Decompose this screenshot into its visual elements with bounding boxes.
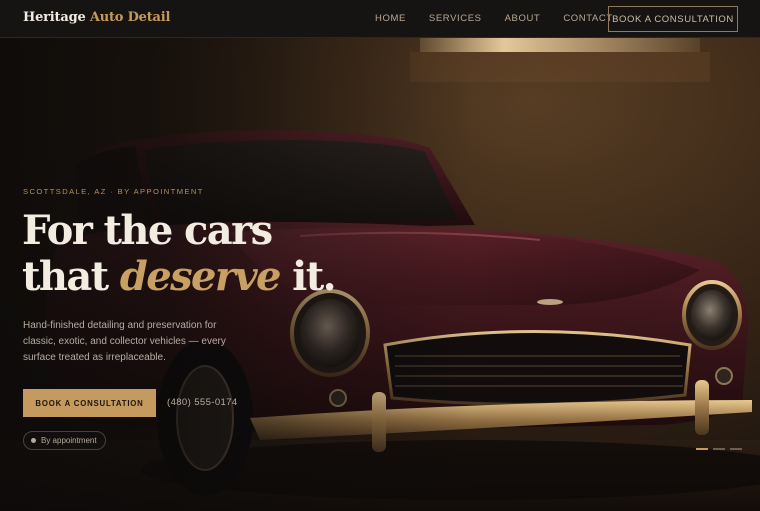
headline-line-2-pre: that <box>22 253 120 300</box>
nav-services-link[interactable]: SERVICES <box>429 13 482 24</box>
headline-accent-word: deserve <box>119 253 282 300</box>
page: Heritage Auto Detail HOME SERVICES ABOUT… <box>0 0 760 511</box>
hero-eyebrow: SCOTTSDALE, AZ · BY APPOINTMENT <box>23 187 204 196</box>
hero-headline: For the cars that deserve it. <box>22 207 337 300</box>
brand-name-part1: Heritage <box>23 10 86 25</box>
header-book-consultation-button[interactable]: BOOK A CONSULTATION <box>608 6 738 32</box>
slide-indicator-3[interactable] <box>730 448 742 450</box>
slide-indicator-1[interactable] <box>696 448 708 450</box>
main-nav: HOME SERVICES ABOUT CONTACT <box>375 13 636 24</box>
brand-name-part2: Auto Detail <box>89 10 171 25</box>
site-header: Heritage Auto Detail HOME SERVICES ABOUT… <box>0 0 760 38</box>
slide-indicators <box>691 448 742 450</box>
slide-indicator-2[interactable] <box>713 448 725 450</box>
headline-line-1: For the cars <box>22 207 273 254</box>
phone-number-link[interactable]: (480) 555-0174 <box>167 397 238 408</box>
hero-book-consultation-button[interactable]: BOOK A CONSULTATION <box>23 389 156 417</box>
by-appointment-badge: By appointment <box>23 431 106 450</box>
hero-description: Hand-finished detailing and preservation… <box>23 320 226 363</box>
nav-about-link[interactable]: ABOUT <box>505 13 541 24</box>
badge-label: By appointment <box>41 436 97 445</box>
headline-line-2-post: it. <box>279 253 336 300</box>
nav-contact-link[interactable]: CONTACT <box>563 13 612 24</box>
nav-home-link[interactable]: HOME <box>375 13 406 24</box>
brand-logo[interactable]: Heritage Auto Detail <box>23 10 170 25</box>
status-dot-icon <box>31 438 36 443</box>
